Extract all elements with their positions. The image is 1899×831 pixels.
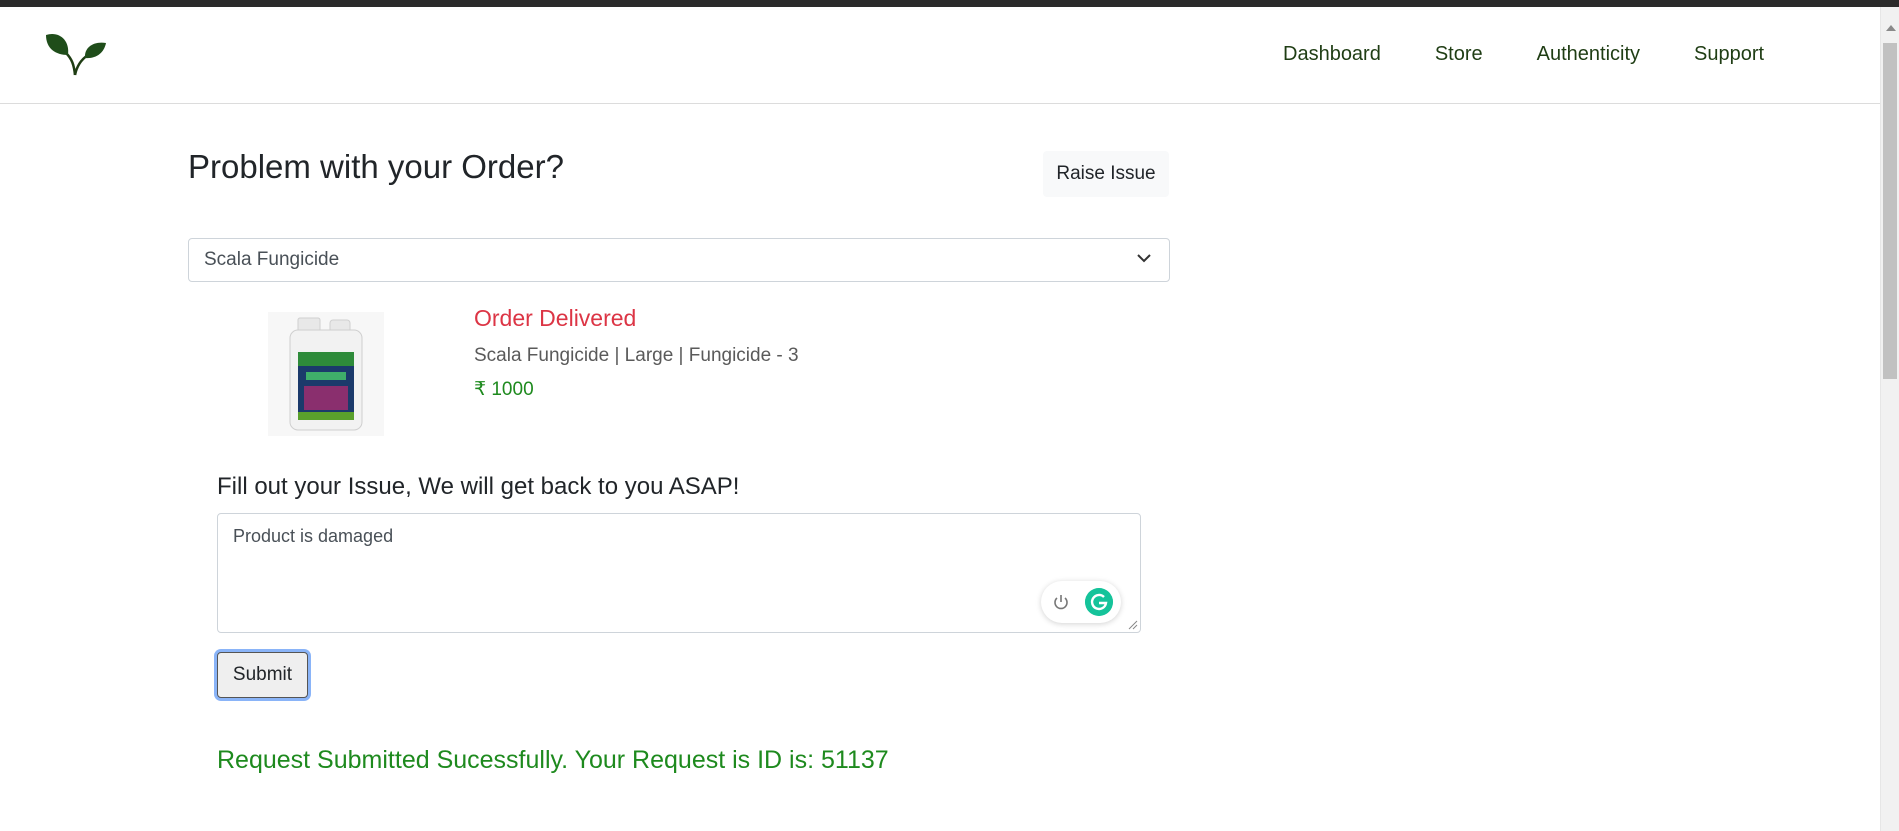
leaf-logo-icon[interactable] [44, 31, 108, 81]
product-price: ₹ 1000 [474, 379, 534, 400]
submit-button[interactable]: Submit [217, 652, 308, 698]
issue-form-label: Fill out your Issue, We will get back to… [217, 473, 740, 500]
issue-textarea[interactable]: Product is damaged [217, 513, 1141, 633]
raise-issue-button[interactable]: Raise Issue [1043, 151, 1169, 197]
order-select[interactable]: Scala Fungicide [188, 238, 1170, 282]
navbar: Dashboard Store Authenticity Support [0, 7, 1880, 104]
resize-grip-icon[interactable] [1126, 618, 1138, 630]
nav-links: Dashboard Store Authenticity Support [1283, 43, 1818, 66]
scroll-up-arrow-icon[interactable] [1886, 25, 1896, 31]
nav-link-support[interactable]: Support [1694, 43, 1764, 66]
page-scrollbar[interactable] [1880, 7, 1899, 831]
browser-top-strip [0, 0, 1899, 7]
order-status: Order Delivered [474, 305, 637, 331]
order-select-value: Scala Fungicide [204, 249, 340, 270]
grammarly-widget[interactable] [1041, 581, 1121, 623]
page-title: Problem with your Order? [188, 148, 564, 185]
issue-textarea-value: Product is damaged [233, 526, 394, 546]
product-description: Scala Fungicide | Large | Fungicide - 3 [474, 345, 799, 366]
success-message: Request Submitted Sucessfully. Your Requ… [217, 746, 889, 774]
nav-link-store[interactable]: Store [1435, 43, 1483, 66]
chevron-down-icon [1137, 254, 1151, 263]
nav-link-authenticity[interactable]: Authenticity [1537, 43, 1640, 66]
scroll-thumb[interactable] [1883, 43, 1897, 379]
grammarly-icon[interactable] [1085, 588, 1113, 616]
product-image [268, 312, 384, 436]
power-icon[interactable] [1051, 592, 1071, 612]
nav-link-dashboard[interactable]: Dashboard [1283, 43, 1381, 66]
